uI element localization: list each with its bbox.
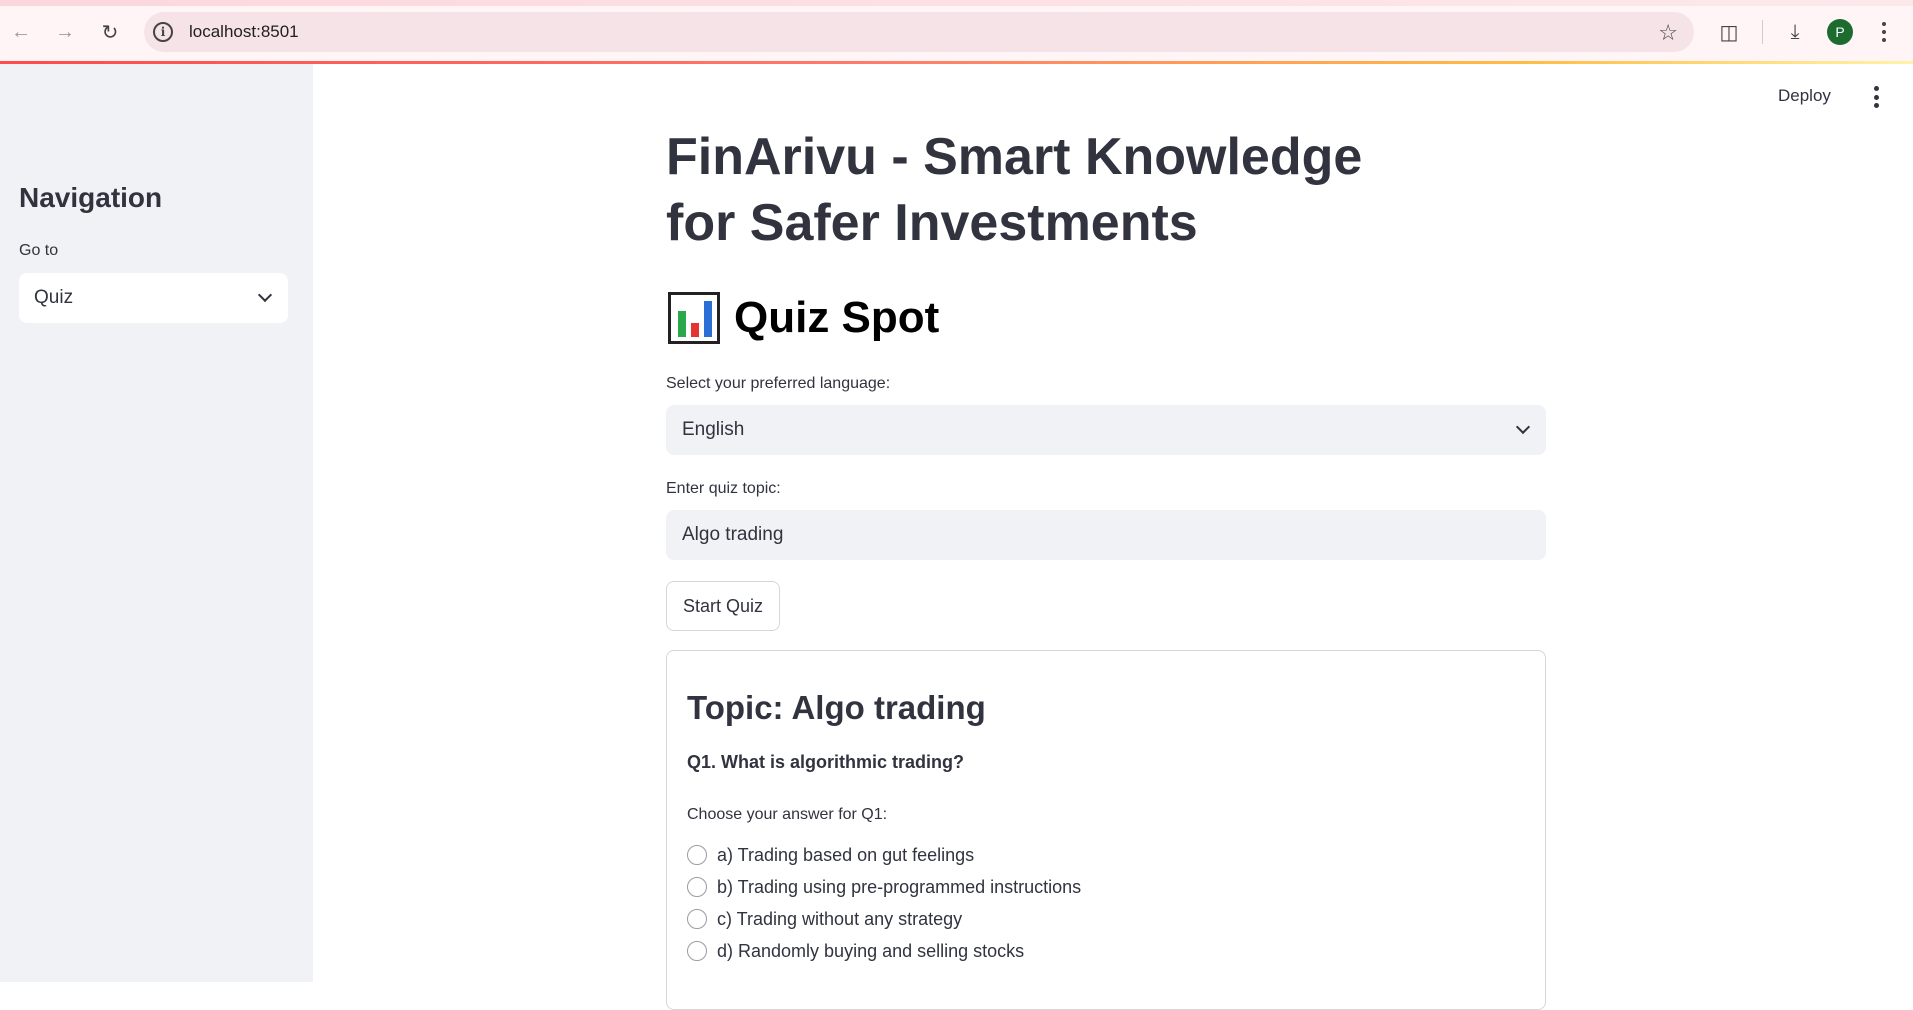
sidebar-title: Navigation	[19, 182, 163, 213]
address-bar[interactable]: i localhost:8501 ☆	[144, 12, 1694, 52]
answer-option-d[interactable]: d) Randomly buying and selling stocks	[687, 935, 1081, 967]
main-menu-icon[interactable]	[1866, 86, 1886, 108]
answer-label: Choose your answer for Q1:	[687, 806, 888, 823]
back-arrow-icon[interactable]: ←	[6, 17, 36, 47]
url-text: localhost:8501	[189, 22, 299, 41]
bar-chart-emoji-icon	[668, 292, 720, 344]
chrome-menu-icon[interactable]	[1876, 22, 1892, 42]
reload-icon[interactable]: ↻	[95, 17, 125, 47]
page-select[interactable]: Quiz	[19, 273, 288, 323]
answer-option-b[interactable]: b) Trading using pre-programmed instruct…	[687, 871, 1081, 903]
option-label: a) Trading based on gut feelings	[717, 844, 975, 865]
forward-arrow-icon[interactable]: →	[50, 17, 80, 47]
answer-options: a) Trading based on gut feelings b) Trad…	[687, 839, 1081, 967]
topic-input[interactable]	[666, 510, 1546, 560]
radio-button[interactable]	[687, 909, 707, 929]
avatar[interactable]: P	[1827, 19, 1853, 45]
start-quiz-button[interactable]: Start Quiz	[666, 581, 780, 631]
extensions-icon[interactable]: ◫	[1714, 17, 1744, 47]
topic-label: Enter quiz topic:	[666, 480, 781, 497]
quiz-card: Topic: Algo trading Q1. What is algorith…	[666, 650, 1546, 1010]
bookmark-star-icon[interactable]: ☆	[1658, 20, 1678, 46]
toolbar-divider	[1762, 20, 1763, 44]
radio-button[interactable]	[687, 845, 707, 865]
quiz-heading: Quiz Spot	[668, 292, 939, 344]
chevron-down-icon	[1515, 419, 1531, 435]
language-label: Select your preferred language:	[666, 375, 891, 392]
answer-option-a[interactable]: a) Trading based on gut feelings	[687, 839, 1081, 871]
radio-button[interactable]	[687, 941, 707, 961]
language-select[interactable]: English	[666, 405, 1546, 455]
answer-option-c[interactable]: c) Trading without any strategy	[687, 903, 1081, 935]
sidebar: Navigation Go to Quiz	[0, 64, 313, 982]
language-select-value: English	[682, 419, 745, 440]
site-info-icon[interactable]: i	[153, 22, 173, 42]
tab-strip	[0, 0, 1913, 6]
quiz-heading-text: Quiz Spot	[734, 293, 940, 342]
page-select-value: Quiz	[34, 287, 74, 308]
option-label: c) Trading without any strategy	[717, 908, 963, 929]
download-icon[interactable]: ⤓	[1780, 17, 1810, 47]
option-label: d) Randomly buying and selling stocks	[717, 940, 1025, 961]
deploy-button[interactable]: Deploy	[1778, 86, 1831, 106]
browser-toolbar: ← → ↻ i localhost:8501 ☆ ◫ ⤓ P	[0, 0, 1913, 64]
radio-button[interactable]	[687, 877, 707, 897]
page-title: FinArivu - Smart Knowledge for Safer Inv…	[666, 128, 1363, 252]
chevron-down-icon	[257, 287, 273, 303]
option-label: b) Trading using pre-programmed instruct…	[717, 876, 1082, 897]
question-text: Q1. What is algorithmic trading?	[687, 752, 965, 772]
go-to-label: Go to	[19, 242, 59, 259]
topic-title: Topic: Algo trading	[687, 689, 986, 726]
